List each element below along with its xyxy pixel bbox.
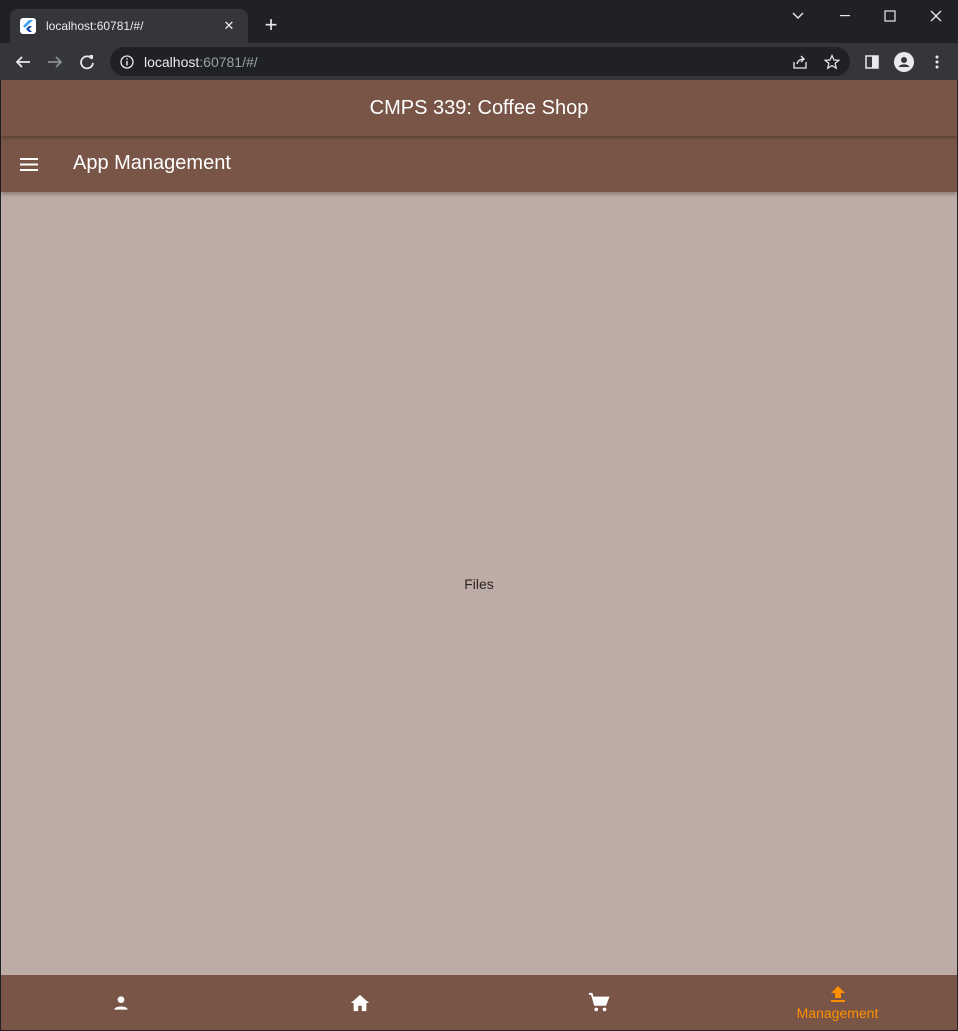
page-title: CMPS 339: Coffee Shop — [369, 96, 589, 119]
back-arrow-icon[interactable] — [11, 50, 35, 74]
nav-item-cart[interactable] — [479, 975, 718, 1030]
app-viewport: CMPS 339: Coffee Shop App Management Fil… — [1, 80, 957, 1030]
tab-close-icon[interactable]: ✕ — [220, 18, 238, 34]
top-bar: CMPS 339: Coffee Shop — [1, 80, 957, 136]
minimize-icon[interactable] — [834, 6, 856, 26]
bottom-navigation: Management — [1, 975, 957, 1030]
site-info-icon[interactable] — [120, 54, 134, 69]
flutter-favicon-icon — [20, 18, 36, 34]
nav-item-home[interactable] — [240, 975, 479, 1030]
person-icon — [111, 993, 131, 1013]
tab-search-icon[interactable] — [787, 6, 809, 26]
share-icon[interactable] — [791, 53, 809, 71]
browser-menu-icon[interactable] — [927, 52, 947, 72]
reload-icon[interactable] — [75, 50, 99, 74]
address-bar[interactable]: localhost:60781/#/ — [110, 47, 850, 76]
browser-titlebar: localhost:60781/#/ ✕ + — [0, 0, 958, 43]
content-text: Files — [464, 576, 494, 592]
close-window-icon[interactable] — [925, 6, 947, 26]
side-panel-icon[interactable] — [862, 52, 882, 72]
cart-icon — [588, 992, 610, 1014]
maximize-icon[interactable] — [879, 6, 901, 26]
appbar-title: App Management — [73, 152, 231, 174]
tab-title: localhost:60781/#/ — [46, 19, 144, 33]
nav-item-profile[interactable] — [1, 975, 240, 1030]
forward-arrow-icon[interactable] — [43, 50, 67, 74]
new-tab-icon[interactable]: + — [260, 14, 282, 36]
nav-label-management: Management — [796, 1004, 879, 1021]
browser-toolbar: localhost:60781/#/ — [0, 43, 958, 80]
browser-tab[interactable]: localhost:60781/#/ ✕ — [10, 9, 248, 43]
profile-avatar-icon[interactable] — [894, 52, 914, 72]
upload-icon — [829, 985, 847, 1003]
url-text: localhost:60781/#/ — [144, 53, 258, 70]
nav-item-management[interactable]: Management — [718, 975, 957, 1030]
home-icon — [349, 993, 371, 1013]
app-bar: App Management — [1, 136, 957, 192]
bookmark-star-icon[interactable] — [823, 53, 841, 71]
hamburger-menu-icon[interactable] — [17, 152, 41, 176]
